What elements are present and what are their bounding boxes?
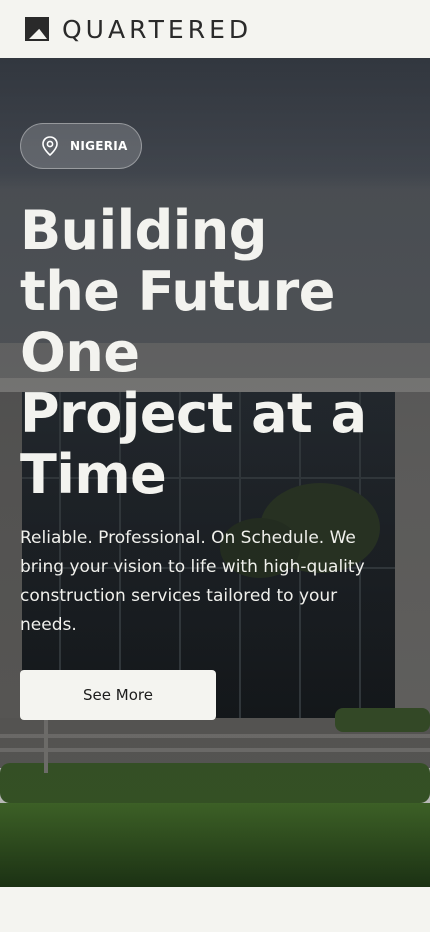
headline-line: One <box>20 321 140 384</box>
location-badge[interactable]: NIGERIA <box>20 123 142 169</box>
map-pin-icon <box>42 136 58 156</box>
quartered-logo-icon[interactable] <box>25 17 49 41</box>
location-label: NIGERIA <box>70 139 128 153</box>
description-line: needs. <box>20 615 77 635</box>
hero-headline: Building the Future One Project at a Tim… <box>20 200 420 505</box>
description-line: construction services tailored to your <box>20 586 338 606</box>
description-line: bring your vision to life with high-qual… <box>20 557 365 577</box>
hero-section: NIGERIA Building the Future One Project … <box>0 58 430 887</box>
headline-line: Building <box>20 199 267 262</box>
see-more-button[interactable]: See More <box>20 670 216 720</box>
headline-line: Project at a <box>20 382 367 445</box>
hero-description: Reliable. Professional. On Schedule. We … <box>20 524 400 640</box>
headline-line: Time <box>20 443 167 506</box>
brand-name[interactable]: QUARTERED <box>62 15 252 44</box>
headline-line: the Future <box>20 260 335 323</box>
description-line: Reliable. Professional. On Schedule. We <box>20 528 356 548</box>
site-header: QUARTERED <box>0 0 430 58</box>
